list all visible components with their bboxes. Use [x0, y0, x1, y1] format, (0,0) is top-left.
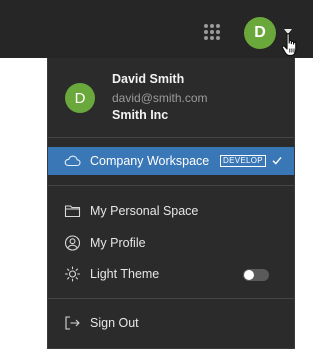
workspace-label: Company Workspace [90, 154, 210, 168]
sun-icon [64, 266, 81, 282]
divider [48, 298, 294, 299]
menu-item-label: Light Theme [90, 267, 160, 281]
apps-grid-icon[interactable] [204, 24, 220, 40]
user-circle-icon [64, 235, 81, 251]
menu-item-profile[interactable]: My Profile [48, 229, 294, 257]
workspace-item-company[interactable]: Company Workspace DEVELOP [48, 147, 294, 175]
light-theme-toggle[interactable] [243, 269, 269, 281]
menu-item-label: My Personal Space [90, 204, 199, 218]
user-avatar-button[interactable]: D [244, 17, 276, 49]
menu-item-personal-space[interactable]: My Personal Space [48, 197, 294, 225]
sign-out-icon [65, 316, 80, 330]
divider [48, 137, 294, 138]
cloud-icon [64, 155, 81, 167]
user-email: david@smith.com [112, 91, 208, 105]
toggle-knob [244, 270, 254, 280]
menu-item-label: My Profile [90, 236, 146, 250]
user-organization: Smith Inc [112, 108, 169, 122]
sign-out-label: Sign Out [90, 316, 139, 330]
hand-pointer-cursor-icon [281, 33, 297, 57]
top-bar: D [0, 0, 313, 58]
account-dropdown-menu: D David Smith david@smith.com Smith Inc … [47, 58, 295, 349]
sign-out-button[interactable]: Sign Out [48, 309, 294, 337]
divider [48, 185, 294, 186]
environment-badge: DEVELOP [220, 155, 266, 167]
folder-icon [64, 205, 81, 218]
avatar: D [65, 83, 95, 113]
user-info: D David Smith david@smith.com Smith Inc [48, 58, 294, 136]
check-icon [272, 156, 282, 165]
menu-item-light-theme[interactable]: Light Theme [48, 260, 294, 288]
user-name: David Smith [112, 72, 185, 86]
